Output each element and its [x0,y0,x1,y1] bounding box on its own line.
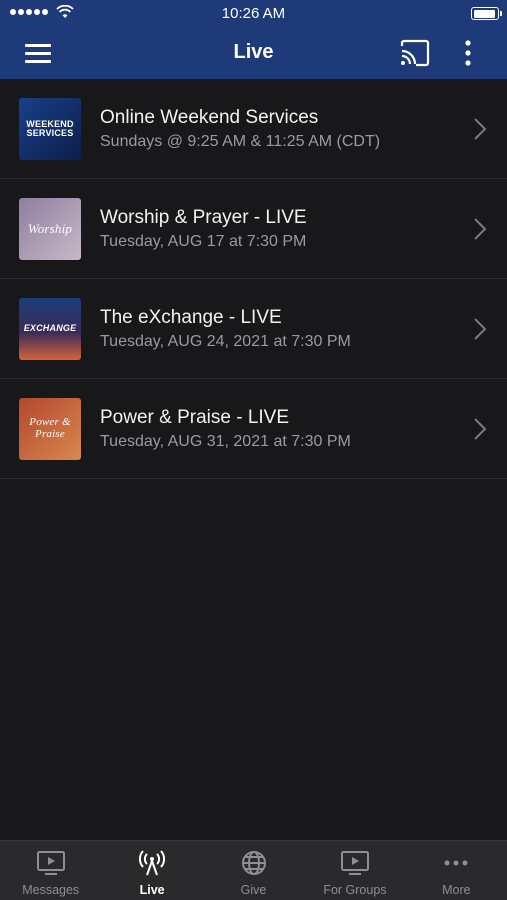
live-event-list: WEEKEND SERVICES Online Weekend Services… [0,79,507,479]
play-screen-icon [340,851,369,875]
list-item[interactable]: Worship Worship & Prayer - LIVE Tuesday,… [0,179,507,279]
event-schedule: Tuesday, AUG 31, 2021 at 7:30 PM [100,433,351,450]
tab-label: More [442,883,471,897]
tab-live[interactable]: Live [101,841,202,900]
event-thumbnail: EXCHANGE [19,298,81,360]
tab-label: For Groups [323,883,387,897]
globe-icon [241,851,266,875]
list-item[interactable]: WEEKEND SERVICES Online Weekend Services… [0,79,507,179]
cast-icon[interactable] [398,38,432,68]
status-bar: 10:26 AM [0,0,507,28]
event-title: Worship & Prayer - LIVE [100,207,307,228]
tab-give[interactable]: Give [203,841,304,900]
horizontal-dots-icon [444,860,468,866]
tab-label: Messages [22,883,80,897]
thumbnail-label: Power & Praise [29,416,71,440]
tab-label: Live [139,883,165,897]
tab-label: Give [240,883,267,897]
event-schedule: Tuesday, AUG 24, 2021 at 7:30 PM [100,333,351,350]
event-thumbnail: Power & Praise [19,398,81,460]
play-screen-icon [36,851,65,875]
hamburger-menu-icon[interactable] [20,40,58,66]
chevron-right-icon [474,218,487,240]
event-thumbnail: WEEKEND SERVICES [19,98,81,160]
status-time: 10:26 AM [221,5,286,22]
broadcast-antenna-icon [139,850,166,876]
battery-icon [471,7,502,20]
event-title: Online Weekend Services [100,107,319,128]
event-schedule: Sundays @ 9:25 AM & 11:25 AM (CDT) [100,133,381,150]
event-schedule: Tuesday, AUG 17 at 7:30 PM [100,233,307,250]
tab-for-groups[interactable]: For Groups [304,841,405,900]
event-title: Power & Praise - LIVE [100,407,290,428]
chevron-right-icon [474,118,487,140]
thumbnail-label: WEEKEND SERVICES [26,118,74,138]
tab-more[interactable]: More [406,841,507,900]
chevron-right-icon [474,418,487,440]
list-item[interactable]: EXCHANGE The eXchange - LIVE Tuesday, AU… [0,279,507,379]
tab-bar: Messages Live Give For Groups More [0,840,507,900]
navigation-bar: Live [0,28,507,79]
thumbnail-label: EXCHANGE [23,323,77,334]
event-title: The eXchange - LIVE [100,307,282,328]
thumbnail-label: Worship [27,221,73,237]
vertical-dots-icon[interactable] [456,38,480,68]
event-thumbnail: Worship [19,198,81,260]
tab-messages[interactable]: Messages [0,841,101,900]
list-item[interactable]: Power & Praise Power & Praise - LIVE Tue… [0,379,507,479]
chevron-right-icon [474,318,487,340]
